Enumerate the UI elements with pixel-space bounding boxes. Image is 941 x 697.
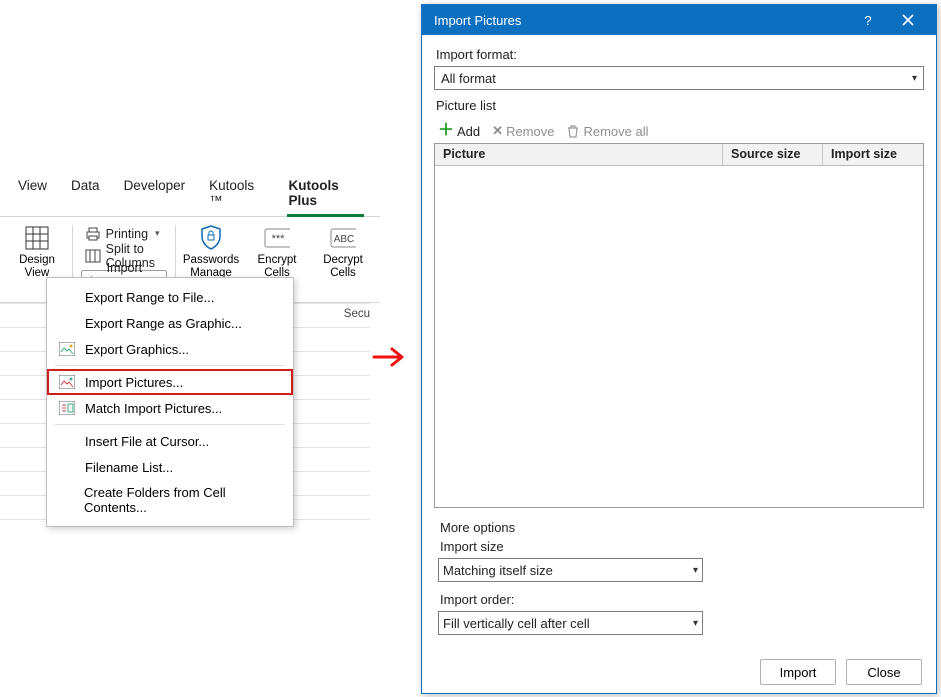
chevron-down-icon: ▾ — [693, 565, 698, 576]
tab-kutools[interactable]: Kutools ™ — [197, 172, 276, 216]
col-picture[interactable]: Picture — [435, 144, 723, 165]
asterisks-icon: *** — [264, 225, 290, 251]
chevron-down-icon: ▾ — [155, 228, 160, 239]
menu-label: Create Folders from Cell Contents... — [84, 485, 279, 515]
menu-export-range-as-graphic[interactable]: Export Range as Graphic... — [47, 310, 293, 336]
add-label: Add — [457, 124, 480, 139]
picture-list-toolbar: ＋ Add ✕ Remove Remove all — [434, 117, 924, 143]
svg-text:ABC: ABC — [334, 234, 355, 245]
menu-export-range-to-file[interactable]: Export Range to File... — [47, 284, 293, 310]
menu-label: Export Range to File... — [85, 290, 214, 305]
x-icon: ✕ — [492, 123, 503, 139]
menu-create-folders[interactable]: Create Folders from Cell Contents... — [47, 480, 293, 520]
tab-view[interactable]: View — [6, 172, 59, 216]
menu-separator — [55, 365, 285, 366]
printing-label: Printing — [106, 227, 148, 241]
picture-list-table[interactable]: Picture Source size Import size — [434, 143, 924, 508]
import-format-select[interactable]: All format ▾ — [434, 66, 924, 90]
decrypt-label: Decrypt Cells — [323, 254, 363, 280]
grid-table-icon — [24, 225, 50, 251]
menu-label: Export Graphics... — [85, 342, 189, 357]
import-export-menu: Export Range to File... Export Range as … — [46, 277, 294, 527]
import-format-label: Import format: — [436, 47, 924, 62]
import-size-select[interactable]: Matching itself size ▾ — [438, 558, 703, 582]
remove-button: ✕ Remove — [492, 123, 554, 139]
blank-icon — [59, 492, 74, 508]
picture-list-label: Picture list — [436, 98, 924, 113]
menu-insert-file-at-cursor[interactable]: Insert File at Cursor... — [47, 428, 293, 454]
menu-export-graphics[interactable]: Export Graphics... — [47, 336, 293, 362]
ribbon-tabs: View Data Developer Kutools ™ Kutools Pl… — [0, 172, 380, 217]
trash-icon — [566, 124, 580, 138]
menu-filename-list[interactable]: Filename List... — [47, 454, 293, 480]
remove-all-button: Remove all — [566, 124, 648, 139]
menu-label: Insert File at Cursor... — [85, 434, 209, 449]
encrypt-cells-button[interactable]: *** Encrypt Cells — [250, 223, 304, 280]
tab-developer[interactable]: Developer — [112, 172, 198, 216]
menu-label: Import Pictures... — [85, 375, 183, 390]
remove-label: Remove — [506, 124, 554, 139]
help-button[interactable]: ? — [848, 5, 888, 35]
chevron-down-icon: ▾ — [693, 618, 698, 629]
menu-match-import-pictures[interactable]: Match Import Pictures... — [47, 395, 293, 421]
group-label-security: Secu — [344, 308, 370, 320]
add-button[interactable]: ＋ Add — [438, 124, 480, 139]
blank-icon — [59, 459, 75, 475]
import-size-value: Matching itself size — [443, 563, 693, 578]
menu-label: Filename List... — [85, 460, 173, 475]
picture-match-icon — [59, 400, 75, 416]
shield-lock-icon — [198, 225, 224, 251]
col-import-size[interactable]: Import size — [823, 144, 923, 165]
import-order-value: Fill vertically cell after cell — [443, 616, 693, 631]
import-format-value: All format — [441, 71, 912, 86]
blank-icon — [59, 433, 75, 449]
split-columns-icon — [85, 248, 101, 264]
tab-kutools-plus[interactable]: Kutools Plus — [277, 172, 374, 216]
tab-data[interactable]: Data — [59, 172, 112, 216]
design-view-button[interactable]: Design View — [10, 223, 64, 280]
dialog-title: Import Pictures — [434, 13, 521, 28]
blank-icon — [59, 289, 75, 305]
svg-text:***: *** — [272, 233, 286, 245]
plus-icon: ＋ — [438, 124, 454, 138]
import-size-label: Import size — [440, 539, 920, 554]
close-button[interactable]: Close — [846, 659, 922, 685]
printing-button[interactable]: Printing ▾ — [81, 223, 168, 244]
picture-export-icon — [59, 341, 75, 357]
guide-arrow-icon — [372, 346, 410, 368]
menu-label: Export Range as Graphic... — [85, 316, 242, 331]
dialog-footer: Import Close — [422, 651, 936, 693]
remove-all-label: Remove all — [583, 124, 648, 139]
printer-icon — [85, 226, 101, 242]
chevron-down-icon: ▾ — [912, 73, 917, 84]
import-order-label: Import order: — [440, 592, 920, 607]
col-source-size[interactable]: Source size — [723, 144, 823, 165]
import-pictures-dialog: Import Pictures ? Import format: All for… — [421, 4, 937, 694]
more-options-label: More options — [440, 520, 920, 535]
close-icon[interactable] — [888, 5, 928, 35]
import-button[interactable]: Import — [760, 659, 836, 685]
menu-label: Match Import Pictures... — [85, 401, 222, 416]
picture-import-icon — [59, 374, 75, 390]
dialog-titlebar[interactable]: Import Pictures ? — [422, 5, 936, 35]
import-order-select[interactable]: Fill vertically cell after cell ▾ — [438, 611, 703, 635]
blank-icon — [59, 315, 75, 331]
table-body-empty — [435, 166, 923, 507]
abc-icon: ABC — [330, 225, 356, 251]
table-header: Picture Source size Import size — [435, 144, 923, 166]
decrypt-cells-button[interactable]: ABC Decrypt Cells — [316, 223, 370, 280]
menu-separator — [55, 424, 285, 425]
menu-import-pictures[interactable]: Import Pictures... — [47, 369, 293, 395]
